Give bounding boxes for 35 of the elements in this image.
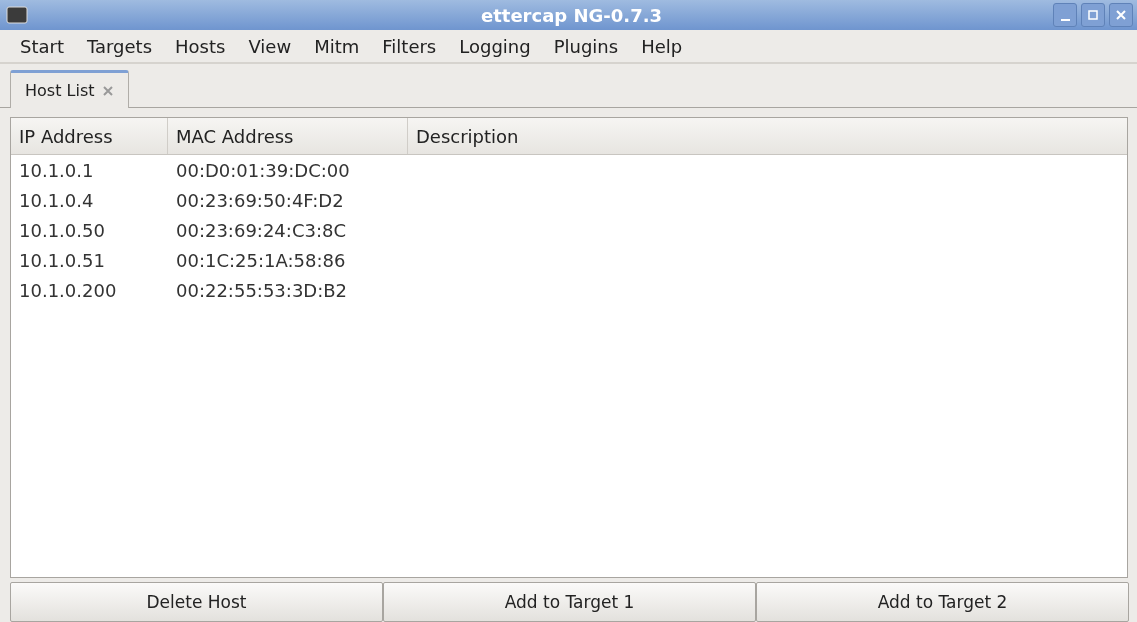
column-header[interactable]: MAC Address [168, 118, 408, 154]
table-cell-text: 00:23:69:50:4F:D2 [175, 189, 345, 211]
table-cell-text: 00:23:69:24:C3:8C [175, 219, 347, 241]
menu-item[interactable]: Filters [370, 35, 448, 57]
tab[interactable]: Host List [10, 70, 130, 108]
table-cell-text: 10.1.0.50 [18, 219, 106, 241]
app-icon [6, 6, 28, 24]
table-cell-text: 00:D0:01:39:DC:00 [175, 159, 351, 181]
table-cell-text: 00:22:55:53:3D:B2 [175, 279, 349, 301]
window-title: ettercap NG-0.7.3 [480, 4, 663, 26]
menu-item[interactable]: Plugins [541, 35, 630, 57]
table-cell-text: 10.1.0.4 [18, 189, 95, 211]
menu-item[interactable]: Hosts [163, 35, 237, 57]
menu-item[interactable]: View [236, 35, 303, 57]
maximize-icon [1086, 8, 1100, 22]
close-icon [1114, 8, 1128, 22]
close-tab-icon[interactable] [102, 84, 115, 97]
menu-item[interactable]: Logging [447, 35, 542, 57]
menu-item[interactable]: Help [629, 35, 694, 57]
column-header[interactable]: Description [408, 118, 1127, 154]
close-button[interactable] [1109, 3, 1133, 27]
menu-item[interactable]: Targets [75, 35, 164, 57]
action-button[interactable]: Add to Target 1 [383, 582, 756, 622]
action-button[interactable]: Add to Target 2 [756, 582, 1129, 622]
table-cell-text: 10.1.0.51 [18, 249, 106, 271]
minimize-button[interactable] [1053, 3, 1077, 27]
maximize-button[interactable] [1081, 3, 1105, 27]
action-button[interactable]: Delete Host [10, 582, 383, 622]
menu-item[interactable]: Mitm [302, 35, 371, 57]
table-cell-text: 10.1.0.200 [18, 279, 118, 301]
column-header[interactable]: IP Address [11, 118, 168, 154]
menu-item[interactable]: Start [8, 35, 75, 57]
table-cell-text: 00:1C:25:1A:58:86 [175, 249, 347, 271]
table-cell-text: 10.1.0.1 [18, 159, 95, 181]
minimize-icon [1060, 19, 1070, 21]
